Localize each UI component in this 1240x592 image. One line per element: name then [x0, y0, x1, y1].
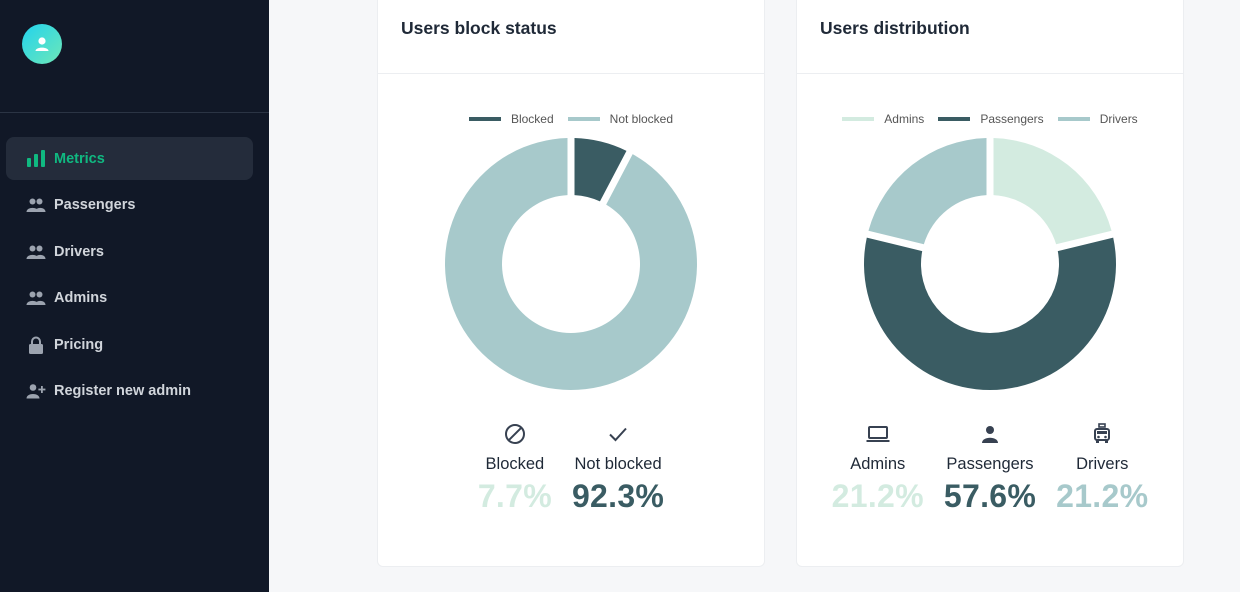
sidebar-item-label: Admins: [54, 289, 108, 306]
stats-row: Blocked 7.7% Not blocked 92.3%: [378, 421, 764, 515]
stat-blocked: Blocked 7.7%: [478, 421, 552, 515]
sidebar-item-label: Register new admin: [54, 382, 191, 399]
stat-value: 92.3%: [571, 478, 665, 514]
user-plus-icon: [26, 381, 46, 401]
distribution-donut-chart: [864, 138, 1116, 390]
lock-icon: [26, 335, 46, 355]
divider: [797, 73, 1183, 74]
stat-label: Drivers: [1076, 455, 1129, 473]
legend-label: Admins: [884, 112, 925, 126]
stat-value: 21.2%: [831, 478, 924, 514]
legend-swatch: [842, 117, 875, 121]
stat-value: 21.2%: [1056, 478, 1149, 514]
bar-chart-icon: [26, 149, 46, 169]
donut-slice-passengers[interactable]: [864, 237, 1116, 390]
donut-slice-admins[interactable]: [993, 138, 1112, 245]
legend-swatch: [567, 117, 600, 121]
stat-value: 57.6%: [943, 478, 1037, 514]
block-status-donut-chart: [445, 138, 698, 391]
sidebar-item-label: Passengers: [54, 196, 136, 213]
laptop-icon: [866, 421, 890, 447]
legend-item-drivers[interactable]: Drivers: [1057, 112, 1138, 126]
donut-slice-not-blocked[interactable]: [445, 138, 698, 391]
stat-label: Passengers: [946, 455, 1034, 473]
legend-swatch: [468, 117, 501, 121]
legend-item-admins[interactable]: Admins: [842, 112, 924, 126]
legend-swatch: [938, 117, 971, 121]
stat-value: 7.7%: [477, 478, 552, 514]
sidebar-item-pricing[interactable]: Pricing: [6, 323, 253, 366]
sidebar-item-passengers[interactable]: Passengers: [6, 183, 253, 226]
stat-label: Blocked: [485, 455, 545, 473]
block-status-card: Users block status Blocked Not blocked B…: [377, 0, 765, 567]
sidebar-item-label: Metrics: [54, 150, 105, 167]
users-icon: [26, 195, 46, 215]
avatar[interactable]: [22, 24, 62, 64]
stat-admins: Admins 21.2%: [832, 421, 924, 515]
card-title: Users block status: [401, 18, 557, 38]
legend-item-blocked[interactable]: Blocked: [468, 112, 554, 126]
sidebar: Metrics Passengers Drivers Admins Pricin…: [0, 0, 269, 592]
card-title: Users distribution: [820, 18, 970, 38]
person-icon: [981, 421, 999, 447]
stats-row: Admins 21.2% Passengers 57.6% Drivers 21…: [797, 421, 1183, 515]
legend-label: Blocked: [510, 112, 554, 126]
users-icon: [26, 288, 46, 308]
sidebar-item-label: Pricing: [54, 336, 104, 353]
sidebar-item-label: Drivers: [54, 243, 104, 260]
distribution-card: Users distribution Admins Passengers Dri…: [796, 0, 1184, 567]
stat-not-blocked: Not blocked 92.3%: [572, 421, 664, 515]
divider: [378, 73, 764, 74]
sidebar-header: [0, 0, 269, 113]
block-icon: [504, 421, 526, 447]
user-icon: [35, 37, 49, 51]
stat-drivers: Drivers 21.2%: [1056, 421, 1148, 515]
legend-item-passengers[interactable]: Passengers: [938, 112, 1044, 126]
car-icon: [1093, 421, 1111, 447]
legend-swatch: [1057, 117, 1090, 121]
stat-label: Admins: [850, 455, 906, 473]
legend-item-not-blocked[interactable]: Not blocked: [567, 112, 674, 126]
sidebar-item-drivers[interactable]: Drivers: [6, 230, 253, 273]
legend-label: Passengers: [980, 112, 1044, 126]
sidebar-item-register-new-admin[interactable]: Register new admin: [6, 369, 253, 412]
sidebar-item-metrics[interactable]: Metrics: [6, 137, 253, 180]
sidebar-item-admins[interactable]: Admins: [6, 276, 253, 319]
chart-legend: Admins Passengers Drivers: [797, 112, 1183, 126]
legend-label: Drivers: [1099, 112, 1138, 126]
stat-passengers: Passengers 57.6%: [944, 421, 1036, 515]
donut-slice-drivers[interactable]: [868, 138, 987, 245]
chart-legend: Blocked Not blocked: [378, 112, 764, 126]
stat-label: Not blocked: [574, 455, 662, 473]
legend-label: Not blocked: [609, 112, 674, 126]
check-icon: [608, 421, 628, 447]
users-icon: [26, 242, 46, 262]
